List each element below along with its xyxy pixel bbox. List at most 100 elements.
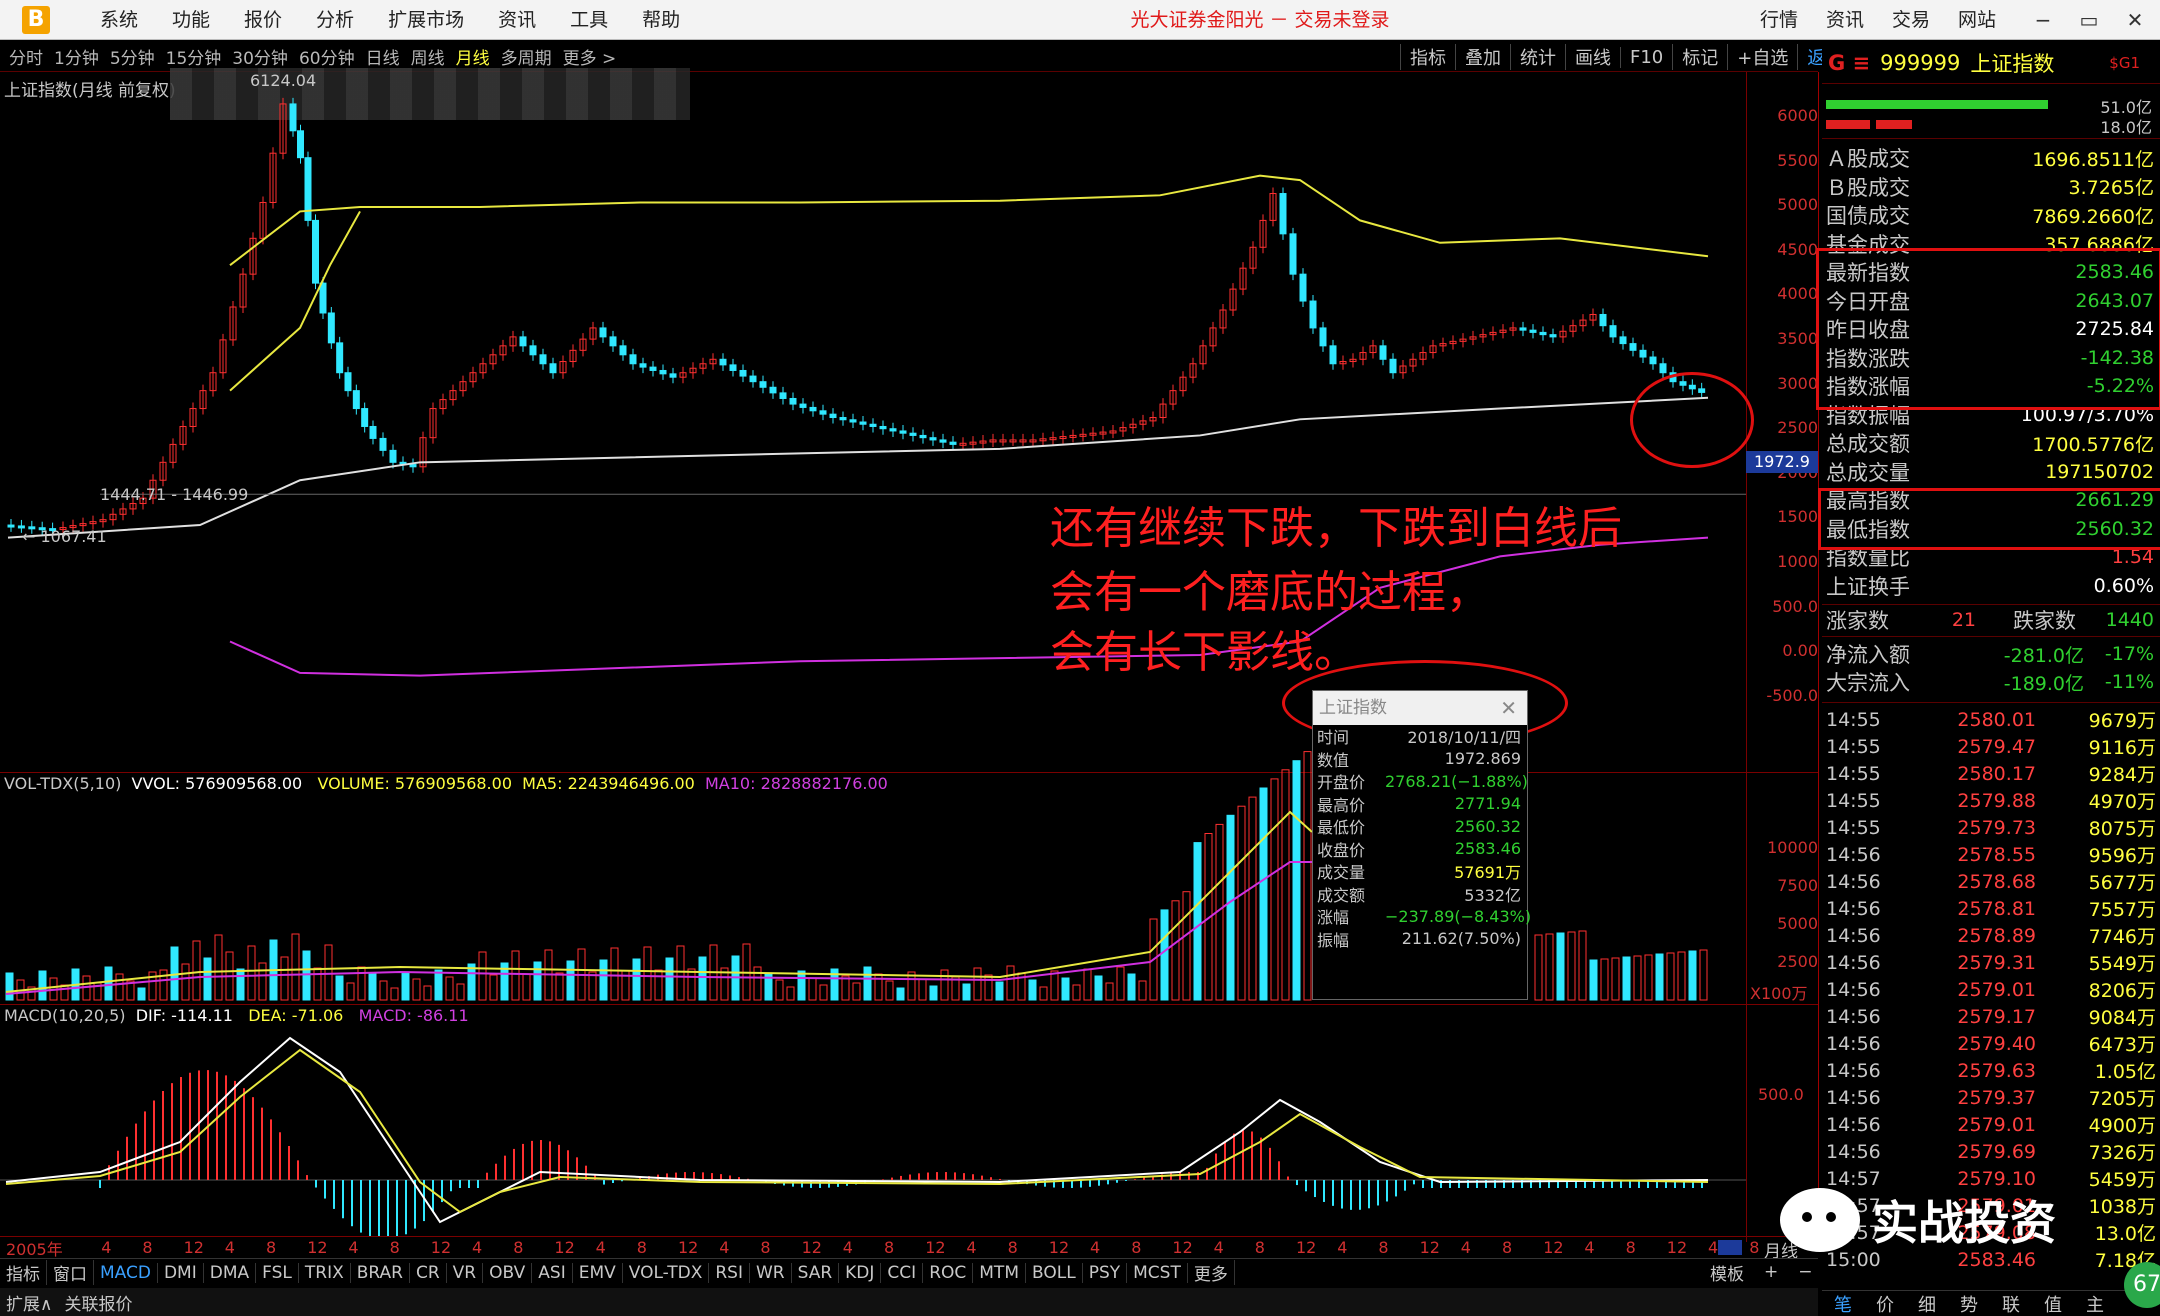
- indicator-tab-8[interactable]: CR: [410, 1262, 447, 1283]
- data-popup[interactable]: 上证指数 ✕ 时间 2018/10/11/四 数值 1972.869 开盘价 2768.2…: [1312, 690, 1531, 1000]
- maximize-button[interactable]: ▭: [2066, 0, 2112, 40]
- tool-button-4[interactable]: F10: [1620, 46, 1672, 68]
- kline-chart[interactable]: 1444.71 - 1446.99 6124.04 ← 1067.41: [0, 72, 1746, 1236]
- period-tab-3[interactable]: 15分钟: [166, 44, 222, 69]
- menu-quote[interactable]: 报价: [244, 0, 282, 40]
- period-tab-1[interactable]: 1分钟: [54, 44, 99, 69]
- indicator-tab-7[interactable]: BRAR: [351, 1262, 410, 1283]
- menu-tools[interactable]: 工具: [570, 0, 608, 40]
- indicator-tab-22[interactable]: PSY: [1083, 1262, 1128, 1283]
- indicator-tab-9[interactable]: VR: [447, 1262, 484, 1283]
- minimize-button[interactable]: −: [2020, 0, 2066, 40]
- popup-title: 上证指数: [1319, 698, 1387, 718]
- related-quotes-button[interactable]: 关联报价: [58, 1290, 138, 1315]
- indicator-tab-1[interactable]: 窗口: [47, 1260, 94, 1285]
- date-label: 4: [1584, 1238, 1595, 1257]
- macd-indicator-name[interactable]: MACD(10,20,5): [4, 1006, 126, 1025]
- period-tab-10[interactable]: 更多 >: [563, 44, 617, 69]
- price-axis-label: 6000: [1777, 106, 1818, 125]
- template-control-1[interactable]: +: [1754, 1262, 1788, 1282]
- right-menu: 行情 资讯 交易 网站: [1760, 0, 2024, 40]
- indicator-tab-15[interactable]: WR: [750, 1262, 792, 1283]
- period-tab-4[interactable]: 30分钟: [232, 44, 288, 69]
- period-tab-5[interactable]: 60分钟: [299, 44, 355, 69]
- tick-row: 14:56 2579.17 9084万: [1826, 1003, 2156, 1030]
- volume-bar: [423, 985, 432, 1001]
- tool-button-2[interactable]: 统计: [1510, 44, 1565, 70]
- volume-bar: [181, 963, 190, 1001]
- right-tab-6[interactable]: 主: [2074, 1291, 2116, 1316]
- indicator-tab-13[interactable]: VOL-TDX: [623, 1262, 710, 1283]
- candle-body: [289, 103, 297, 132]
- menu-analysis[interactable]: 分析: [316, 0, 354, 40]
- volume-bar: [1655, 953, 1664, 1001]
- indicator-tab-5[interactable]: FSL: [256, 1262, 299, 1283]
- close-button[interactable]: ✕: [2112, 0, 2158, 40]
- menu-system[interactable]: 系统: [100, 0, 138, 40]
- volume-bar: [324, 944, 333, 1001]
- vol-indicator-name[interactable]: VOL-TDX(5,10): [4, 774, 121, 793]
- indicator-tab-4[interactable]: DMA: [204, 1262, 257, 1283]
- tool-button-3[interactable]: 画线: [1565, 44, 1620, 70]
- indicator-tab-10[interactable]: OBV: [483, 1262, 533, 1283]
- indicator-tab-2[interactable]: MACD: [94, 1262, 158, 1283]
- indicator-tab-19[interactable]: ROC: [923, 1262, 974, 1283]
- menu-extended-market[interactable]: 扩展市场: [388, 0, 464, 40]
- tool-button-6[interactable]: +自选: [1727, 44, 1797, 70]
- indicator-tab-12[interactable]: EMV: [573, 1262, 623, 1283]
- right-tab-5[interactable]: 值: [2032, 1291, 2074, 1316]
- indicator-tab-18[interactable]: CCI: [881, 1262, 924, 1283]
- indicator-tab-0[interactable]: 指标: [0, 1260, 47, 1285]
- menu-news[interactable]: 资讯: [498, 0, 536, 40]
- candle-body: [1649, 356, 1657, 365]
- volume-bar: [929, 985, 938, 1001]
- period-tab-6[interactable]: 日线: [366, 44, 400, 69]
- right-tab-4[interactable]: 联: [1990, 1291, 2032, 1316]
- indicator-tab-23[interactable]: MCST: [1127, 1262, 1188, 1283]
- indicator-tab-17[interactable]: KDJ: [839, 1262, 882, 1283]
- right-tab-0[interactable]: 笔: [1822, 1291, 1864, 1316]
- period-tab-9[interactable]: 多周期: [501, 44, 552, 69]
- right-tab-3[interactable]: 势: [1948, 1291, 1990, 1316]
- indicator-tab-16[interactable]: SAR: [792, 1262, 840, 1283]
- indicator-tab-20[interactable]: MTM: [973, 1262, 1026, 1283]
- right-tab-2[interactable]: 细: [1906, 1291, 1948, 1316]
- tool-button-1[interactable]: 叠加: [1455, 44, 1510, 70]
- close-icon[interactable]: ✕: [1500, 691, 1517, 725]
- divider: [1822, 138, 2160, 139]
- date-label: 8: [1502, 1238, 1513, 1257]
- expand-button[interactable]: 扩展∧: [0, 1290, 58, 1315]
- period-tab-0[interactable]: 分时: [9, 44, 43, 69]
- period-tab-8[interactable]: 月线: [456, 44, 490, 69]
- tick-row: 14:56 2579.40 6473万: [1826, 1030, 2156, 1057]
- rmenu-quotes[interactable]: 行情: [1760, 0, 1798, 40]
- date-label: 8: [389, 1238, 400, 1257]
- period-tab-2[interactable]: 5分钟: [110, 44, 155, 69]
- indicator-tab-6[interactable]: TRIX: [299, 1262, 351, 1283]
- template-control-0[interactable]: 模板: [1700, 1260, 1754, 1285]
- vol-indicator-header: VOL-TDX(5,10) VVOL: 576909568.00 VOLUME:…: [4, 774, 888, 793]
- period-tab-7[interactable]: 周线: [411, 44, 445, 69]
- volume-bar: [995, 981, 1004, 1001]
- tool-button-0[interactable]: 指标: [1400, 44, 1455, 70]
- indicator-tab-14[interactable]: RSI: [709, 1262, 750, 1283]
- menu-help[interactable]: 帮助: [642, 0, 680, 40]
- volume-bar: [863, 966, 872, 1001]
- indicator-tab-11[interactable]: ASI: [532, 1262, 573, 1283]
- group-icon[interactable]: G ≡: [1828, 51, 1870, 75]
- date-label: 4: [966, 1238, 977, 1257]
- scroll-indicator[interactable]: [1718, 1240, 1742, 1255]
- menu-function[interactable]: 功能: [172, 0, 210, 40]
- popup-key: 数值: [1317, 750, 1350, 770]
- indicator-tab-24[interactable]: 更多: [1188, 1260, 1235, 1285]
- volume-bar: [1567, 931, 1576, 1001]
- indicator-tab-21[interactable]: BOLL: [1026, 1262, 1083, 1283]
- template-control-2[interactable]: −: [1788, 1262, 1822, 1282]
- right-tab-1[interactable]: 价: [1864, 1291, 1906, 1316]
- tool-button-5[interactable]: 标记: [1672, 44, 1727, 70]
- rmenu-trade[interactable]: 交易: [1892, 0, 1930, 40]
- rmenu-website[interactable]: 网站: [1958, 0, 1996, 40]
- candle-body: [361, 408, 369, 427]
- indicator-tab-3[interactable]: DMI: [158, 1262, 204, 1283]
- rmenu-news[interactable]: 资讯: [1826, 0, 1864, 40]
